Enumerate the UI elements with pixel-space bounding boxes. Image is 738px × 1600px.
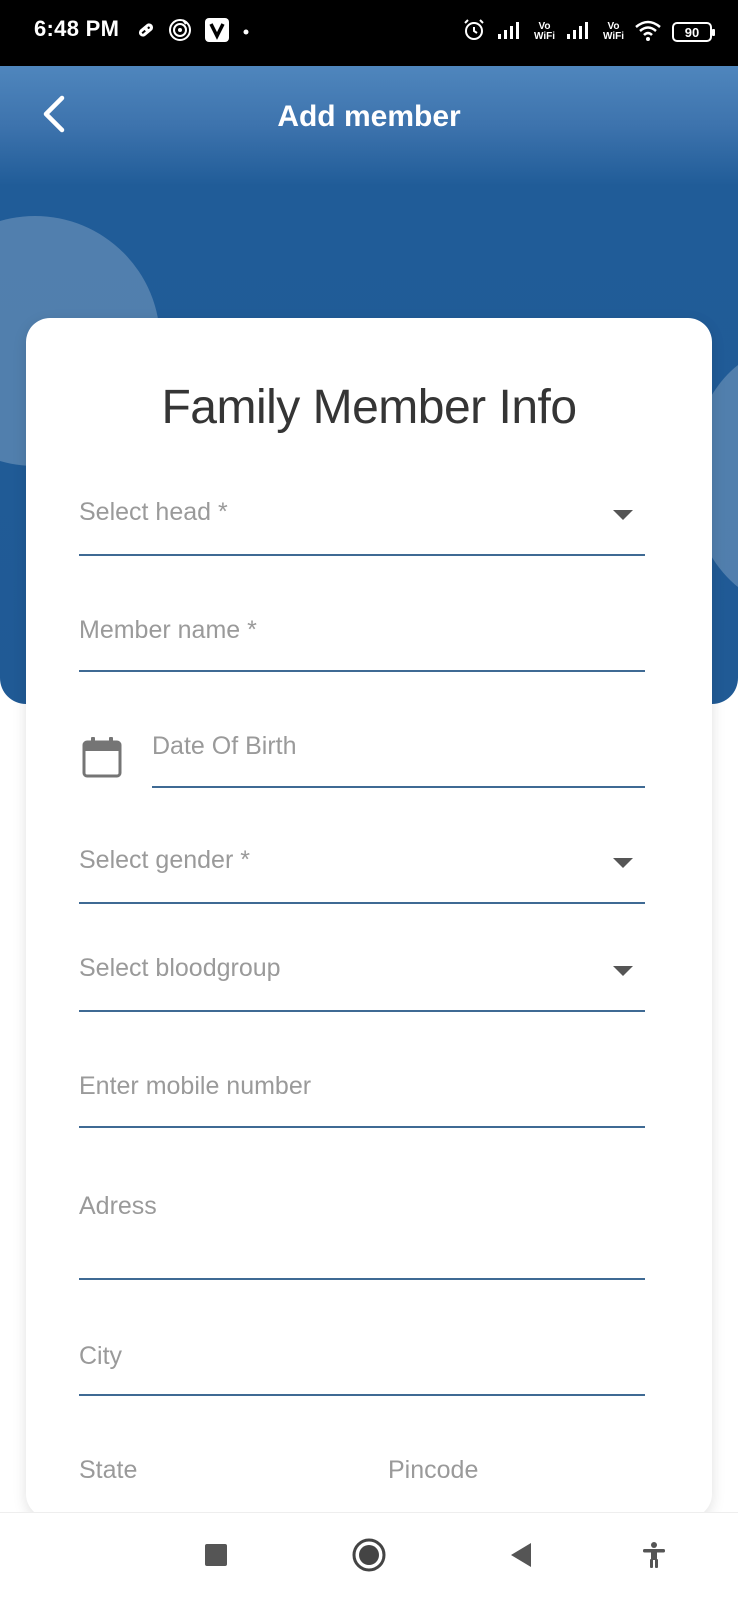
vowifi-icon: Vo WiFi (533, 21, 555, 42)
select-gender-dropdown[interactable]: Select gender * (79, 832, 645, 904)
state-placeholder: State (79, 1456, 138, 1484)
game-controller-icon (136, 20, 156, 45)
mobile-number-placeholder: Enter mobile number (79, 1072, 312, 1100)
city-input[interactable]: City (79, 1324, 645, 1396)
select-head-placeholder: Select head * (79, 498, 228, 526)
back-triangle-icon (509, 1542, 533, 1573)
back-nav-button[interactable] (497, 1533, 545, 1581)
form-card: Family Member Info Select head * Member … (26, 318, 712, 1518)
mobile-number-input[interactable]: Enter mobile number (79, 1056, 645, 1128)
home-circle-icon (351, 1537, 387, 1578)
status-left-icons (136, 17, 250, 48)
accessibility-button[interactable] (630, 1533, 678, 1581)
notification-dot-icon (242, 23, 250, 41)
system-nav-bar (0, 1512, 738, 1600)
battery-icon: 90 (672, 22, 715, 42)
address-placeholder: Adress (79, 1192, 157, 1220)
vowifi-icon: Vo WiFi (602, 21, 624, 42)
city-placeholder: City (79, 1342, 123, 1370)
music-recognition-icon (168, 18, 192, 47)
select-gender-placeholder: Select gender * (79, 846, 250, 874)
v-app-icon (204, 17, 230, 48)
date-of-birth-placeholder: Date Of Birth (152, 732, 297, 760)
signal-icon (565, 20, 593, 45)
pincode-placeholder: Pincode (388, 1456, 479, 1484)
dropdown-arrow-icon (613, 966, 633, 976)
page-title: Add member (277, 100, 461, 133)
form-title: Family Member Info (161, 381, 577, 434)
member-name-placeholder: Member name * (79, 616, 257, 644)
address-input[interactable]: Adress (79, 1172, 645, 1280)
recents-square-icon (204, 1543, 228, 1572)
pincode-input[interactable]: Pincode (388, 1440, 645, 1512)
wifi-icon (634, 18, 662, 47)
select-bloodgroup-dropdown[interactable]: Select bloodgroup (79, 940, 645, 1012)
member-name-input[interactable]: Member name * (79, 600, 645, 672)
dropdown-arrow-icon (613, 510, 633, 520)
signal-icon (496, 20, 524, 45)
alarm-icon (462, 18, 486, 47)
status-right-icons: Vo WiFi Vo WiFi 90 (462, 16, 715, 48)
status-time: 6:48 PM (34, 16, 120, 41)
status-bar: 6:48 PM Vo WiFi Vo WiFi 90 (0, 0, 738, 66)
date-of-birth-input[interactable]: Date Of Birth (152, 716, 645, 788)
select-head-dropdown[interactable]: Select head * (79, 484, 645, 556)
state-input[interactable]: State (79, 1440, 339, 1512)
dropdown-arrow-icon (613, 858, 633, 868)
home-button[interactable] (345, 1533, 393, 1581)
recents-button[interactable] (192, 1533, 240, 1581)
select-bloodgroup-placeholder: Select bloodgroup (79, 954, 281, 982)
accessibility-icon (640, 1541, 668, 1574)
calendar-icon[interactable] (82, 736, 122, 778)
